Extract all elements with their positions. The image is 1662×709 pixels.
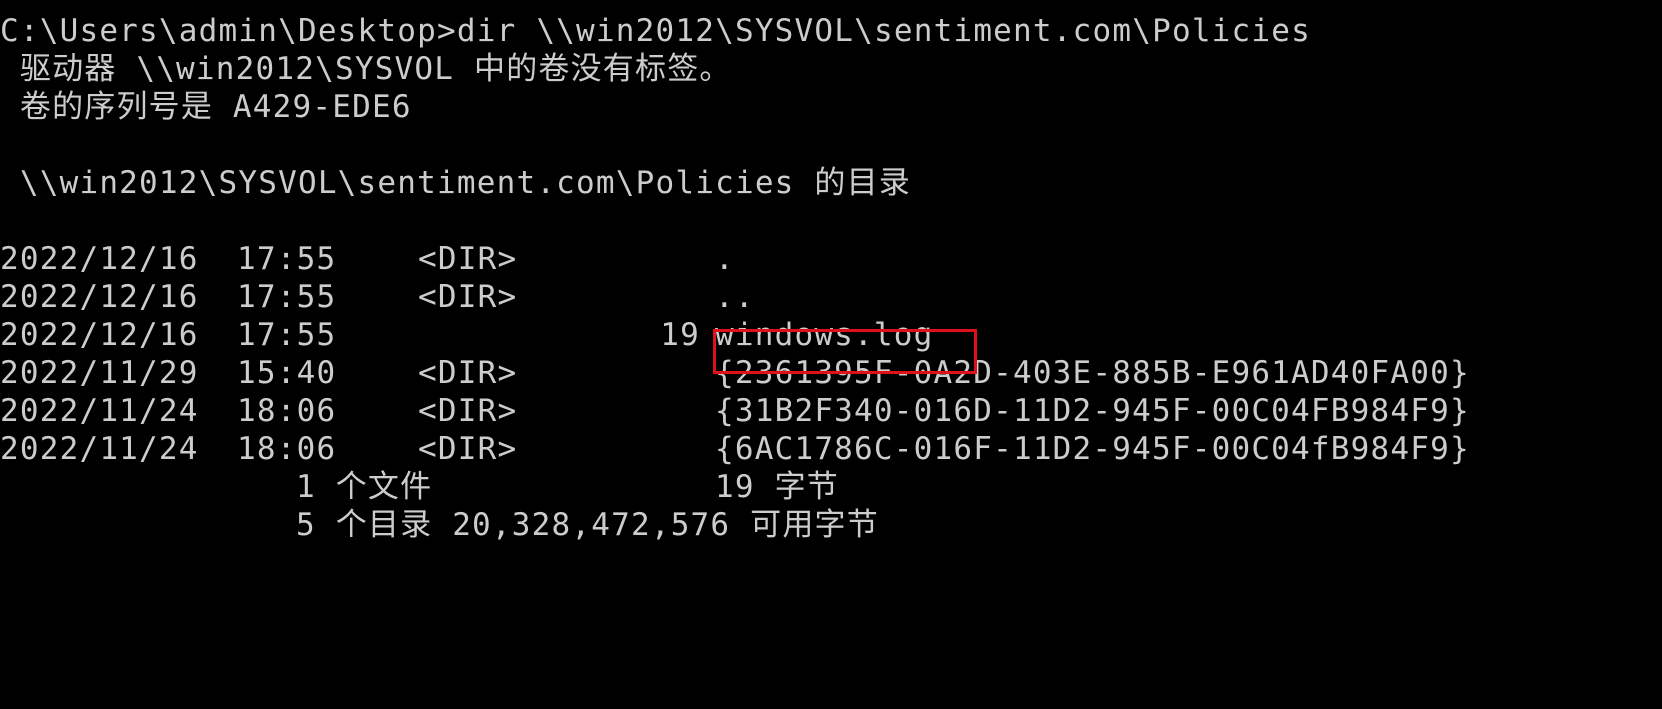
summary-files-count: 1 个文件 [296,469,433,505]
summary-files-row: 1 个文件 19 字节 [0,467,1662,507]
entry-size: 19 [660,317,700,353]
entry-time: 17:55 [237,241,337,277]
entry-type: <DIR> [418,431,518,467]
entry-name: {2361395F-0A2D-403E-885B-E961AD40FA00} [715,355,1470,391]
entry-date: 2022/11/24 [0,431,199,467]
command-prompt-console[interactable]: C:\Users\admin\Desktop>dir \\win2012\SYS… [0,0,1662,596]
entry-time: 17:55 [237,279,337,315]
volume-serial-line: 卷的序列号是 A429-EDE6 [0,89,412,125]
entry-name: .. [715,279,755,315]
list-item: 2022/12/16 17:55 <DIR> . [0,239,1662,279]
entry-type: <DIR> [418,241,518,277]
entry-time: 18:06 [237,431,337,467]
list-item: 2022/11/24 18:06 <DIR> {6AC1786C-016F-11… [0,429,1662,469]
entry-time: 15:40 [237,355,337,391]
entry-type: <DIR> [418,279,518,315]
entry-type: <DIR> [418,393,518,429]
entry-date: 2022/11/24 [0,393,199,429]
list-item: 2022/11/29 15:40 <DIR> {2361395F-0A2D-40… [0,353,1662,393]
entry-date: 2022/11/29 [0,355,199,391]
entry-type: <DIR> [418,355,518,391]
list-item: 2022/12/16 17:55 <DIR> .. [0,277,1662,317]
entry-name: . [715,241,735,277]
entry-date: 2022/12/16 [0,241,199,277]
list-item: 2022/11/24 18:06 <DIR> {31B2F340-016D-11… [0,391,1662,431]
directory-of-line: \\win2012\SYSVOL\sentiment.com\Policies … [0,165,912,201]
summary-dirs-free: 5 个目录 20,328,472,576 可用字节 [296,507,879,543]
summary-dirs-row: 5 个目录 20,328,472,576 可用字节 [0,505,1662,545]
entry-name: {31B2F340-016D-11D2-945F-00C04FB984F9} [715,393,1470,429]
volume-label-line: 驱动器 \\win2012\SYSVOL 中的卷没有标签。 [0,51,732,87]
entry-date: 2022/12/16 [0,279,199,315]
summary-files-bytes: 19 字节 [715,469,839,505]
entry-name: {6AC1786C-016F-11D2-945F-00C04fB984F9} [715,431,1470,467]
list-item: 2022/12/16 17:55 19 windows.log [0,315,1662,355]
entry-time: 17:55 [237,317,337,353]
command-line: C:\Users\admin\Desktop>dir \\win2012\SYS… [0,13,1311,49]
entry-name: windows.log [715,317,934,353]
entry-date: 2022/12/16 [0,317,199,353]
entry-time: 18:06 [237,393,337,429]
